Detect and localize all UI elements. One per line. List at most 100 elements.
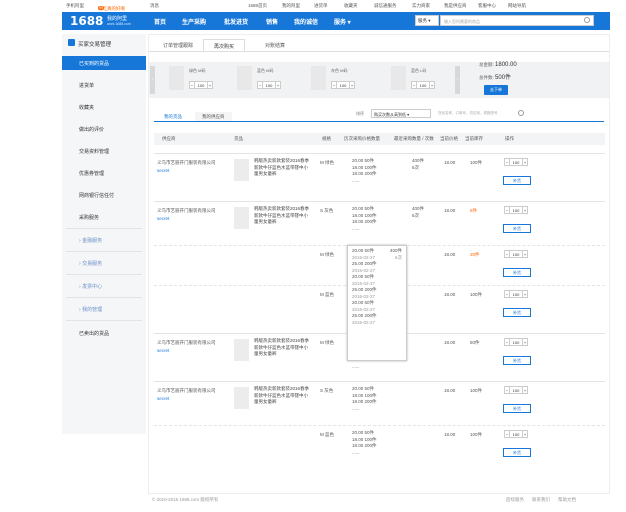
product-image bbox=[237, 66, 252, 90]
msg-link[interactable]: 消息 bbox=[150, 3, 159, 9]
power-link[interactable]: 实力商家 bbox=[412, 3, 430, 9]
quantity-stepper[interactable]: −100 + bbox=[257, 81, 281, 89]
service-link[interactable]: 客服中心 bbox=[478, 3, 496, 9]
fav-link[interactable]: 收藏夹 bbox=[344, 3, 358, 9]
price-history-popup: 20.00 50件 400件 2016-02-27 6次 25.00 200件 20… bbox=[347, 245, 407, 361]
sidebar-item-fav[interactable]: 收藏夹 bbox=[62, 100, 146, 114]
restock-button[interactable]: 补货 bbox=[503, 356, 531, 365]
sidebar-item-trade-info[interactable]: 交易资料管理 bbox=[62, 144, 146, 158]
main-panel: 订单管理跟踪 再次购买 对账结算 ‹ 绿色 M码 −100 + 蓝色 M码 −10… bbox=[148, 34, 610, 494]
restock-button[interactable]: 补货 bbox=[503, 448, 531, 457]
nav-service[interactable]: 服务 ▾ bbox=[334, 17, 351, 26]
quantity-stepper[interactable]: −100 + bbox=[504, 158, 528, 166]
sidebar-item-purchase[interactable]: 进货单 bbox=[62, 78, 146, 92]
search-input[interactable]: 输入您所需要的商品 bbox=[440, 15, 594, 26]
sidebar-item-coupons[interactable]: 优惠券管理 bbox=[62, 166, 146, 180]
restock-button[interactable]: 补货 bbox=[503, 268, 531, 277]
top-bar: 手机阿里 好吃真的好啊 99 消息 1688首页 我的阿里 进货单 收藏夹 诚信… bbox=[66, 3, 526, 11]
logo[interactable]: 1688 bbox=[70, 14, 103, 28]
table-row: M 蓝色 20.00 50件 18.00 100件 18.00 200件......… bbox=[154, 425, 605, 471]
product-image[interactable] bbox=[234, 339, 249, 361]
carousel-item: 绿色 M码 −100 + bbox=[169, 64, 239, 96]
carousel-item: 蓝色 L码 −100 + bbox=[391, 64, 461, 96]
product-image[interactable] bbox=[234, 387, 249, 409]
sitenav-link[interactable]: 网站导航 bbox=[508, 3, 526, 9]
quantity-stepper[interactable]: −100 + bbox=[504, 250, 528, 258]
search-icon[interactable] bbox=[518, 110, 524, 116]
quantity-stepper[interactable]: −100 + bbox=[504, 338, 528, 346]
checkout-button[interactable]: 去下单 bbox=[484, 85, 508, 95]
sidebar-item-bought[interactable]: 已买到的货品 bbox=[62, 56, 146, 70]
tab-rebuy[interactable]: 再次购买 bbox=[203, 39, 246, 51]
my1688-link[interactable]: 我的阿里 bbox=[282, 3, 300, 9]
tab-settlement[interactable]: 对账结算 bbox=[255, 39, 295, 51]
sort-select[interactable]: 购买次数从高到低 ▾ bbox=[371, 109, 431, 118]
table-row: 义乌市艺丽开门服装有限公司 secret 韩版热卖新款套装2016春季新款牛仔蓝… bbox=[154, 201, 605, 245]
footer: © 2010-2016 1688.com 版权所有 后续服务 联系我们 帮助文档 bbox=[152, 497, 576, 503]
quantity-stepper[interactable]: −100 + bbox=[504, 206, 528, 214]
search-icon[interactable] bbox=[584, 17, 590, 23]
restock-button[interactable]: 补货 bbox=[503, 404, 531, 413]
main-nav: 1688 我的阿里 work.1688.com 首页 生产采购 批发进货 销售 … bbox=[62, 12, 610, 30]
purchase-link[interactable]: 进货单 bbox=[314, 3, 328, 9]
quantity-stepper[interactable]: −100 + bbox=[189, 81, 213, 89]
nav-home[interactable]: 首页 bbox=[154, 17, 166, 26]
nav-production[interactable]: 生产采购 bbox=[182, 17, 206, 26]
table-row: 义乌市艺丽开门服装有限公司 secret 韩版热卖新款套装2016春季新款牛仔蓝… bbox=[154, 381, 605, 425]
sidebar-group-trade[interactable]: › 交易服务 bbox=[62, 256, 146, 270]
mobile-link[interactable]: 手机阿里 bbox=[66, 3, 84, 9]
sidebar-item-reviews[interactable]: 做出的评价 bbox=[62, 122, 146, 136]
table-header: 供应商 货品 规格 历次采购价格数量 最近采购数量 / 次数 当前价格 当前库存… bbox=[154, 133, 605, 145]
sidebar-item-bank[interactable]: 网商银行信任付 bbox=[62, 188, 146, 202]
sidebar-item-sold[interactable]: 已卖出的货品 bbox=[62, 326, 146, 340]
sidebar-group-finance[interactable]: › 金融服务 bbox=[62, 233, 146, 247]
msg-count-badge: 99 bbox=[98, 6, 104, 10]
sort-label: 排序 bbox=[356, 111, 364, 116]
site-title: 我的阿里 bbox=[107, 16, 128, 22]
footer-link[interactable]: 联系我们 bbox=[532, 497, 550, 503]
nav-sales[interactable]: 销售 bbox=[266, 17, 278, 26]
sidebar: 买家交易管理 已买到的货品 进货单 收藏夹 做出的评价 交易资料管理 优惠券管理… bbox=[62, 34, 146, 434]
price-history: 20.00 50件 18.00 100件 18.00 200件...... bbox=[352, 386, 377, 411]
product-image bbox=[169, 66, 184, 90]
sidebar-group-invoice[interactable]: › 发票中心 bbox=[62, 279, 146, 293]
footer-link[interactable]: 后续服务 bbox=[506, 497, 524, 503]
carousel-item: 蓝色 M码 −100 + bbox=[237, 64, 307, 96]
product-image[interactable] bbox=[234, 159, 249, 181]
site-url: work.1688.com bbox=[107, 22, 131, 26]
chevron-right-icon[interactable]: › bbox=[455, 66, 460, 94]
table-row: 义乌市艺丽开门服装有限公司 secret 韩版热卖新款套装2016春季新款牛仔蓝… bbox=[154, 153, 605, 201]
nav-wholesale[interactable]: 批发进货 bbox=[224, 17, 248, 26]
chevron-left-icon[interactable]: ‹ bbox=[150, 66, 155, 94]
restock-button[interactable]: 补货 bbox=[503, 224, 531, 233]
quantity-stepper[interactable]: −100 + bbox=[331, 81, 355, 89]
recent-purchase: 400件 6次 bbox=[412, 206, 425, 218]
filter-input[interactable]: 货品名称，订单号，供应商，规格型号 bbox=[436, 109, 526, 118]
price-history: 20.00 50件 18.00 100件 18.00 200件...... bbox=[352, 206, 377, 231]
tab-orders[interactable]: 订单管理跟踪 bbox=[153, 39, 203, 51]
quantity-stepper[interactable]: −100 + bbox=[411, 81, 435, 89]
product-image[interactable] bbox=[234, 207, 249, 229]
user-icon bbox=[68, 39, 75, 46]
price-history: ...... bbox=[352, 364, 360, 369]
footer-link[interactable]: 帮助文档 bbox=[558, 497, 576, 503]
member-link[interactable]: 诚信通服务 bbox=[374, 3, 397, 9]
price-history: 20.00 50件 18.00 100件 18.00 200件...... bbox=[352, 158, 377, 183]
carousel-item: 灰色 M码 −100 + bbox=[311, 64, 381, 96]
quantity-stepper[interactable]: −100 + bbox=[504, 430, 528, 438]
buyer-link[interactable]: 我是供应商 bbox=[444, 3, 467, 9]
total-amount: 总金额: 1800.00 bbox=[479, 62, 517, 68]
restock-button[interactable]: 补货 bbox=[503, 308, 531, 317]
search-type-select[interactable]: 服务 ▾ bbox=[415, 15, 439, 26]
quantity-stepper[interactable]: −100 + bbox=[504, 386, 528, 394]
product-image bbox=[311, 66, 326, 90]
nav-credit[interactable]: 我的诚信 bbox=[294, 17, 318, 26]
sidebar-group-manage[interactable]: › 我的管理 bbox=[62, 302, 146, 316]
sidebar-item-procure[interactable]: 采购服务 bbox=[62, 210, 146, 224]
restock-button[interactable]: 补货 bbox=[503, 176, 531, 185]
recent-carousel: ‹ 绿色 M码 −100 + 蓝色 M码 −100 + 灰色 M码 −100 + 蓝色… bbox=[149, 62, 609, 98]
home-link[interactable]: 1688首页 bbox=[248, 3, 267, 9]
recent-purchase: 400件 6次 bbox=[412, 158, 425, 170]
product-image bbox=[391, 66, 406, 90]
quantity-stepper[interactable]: −100 + bbox=[504, 290, 528, 298]
